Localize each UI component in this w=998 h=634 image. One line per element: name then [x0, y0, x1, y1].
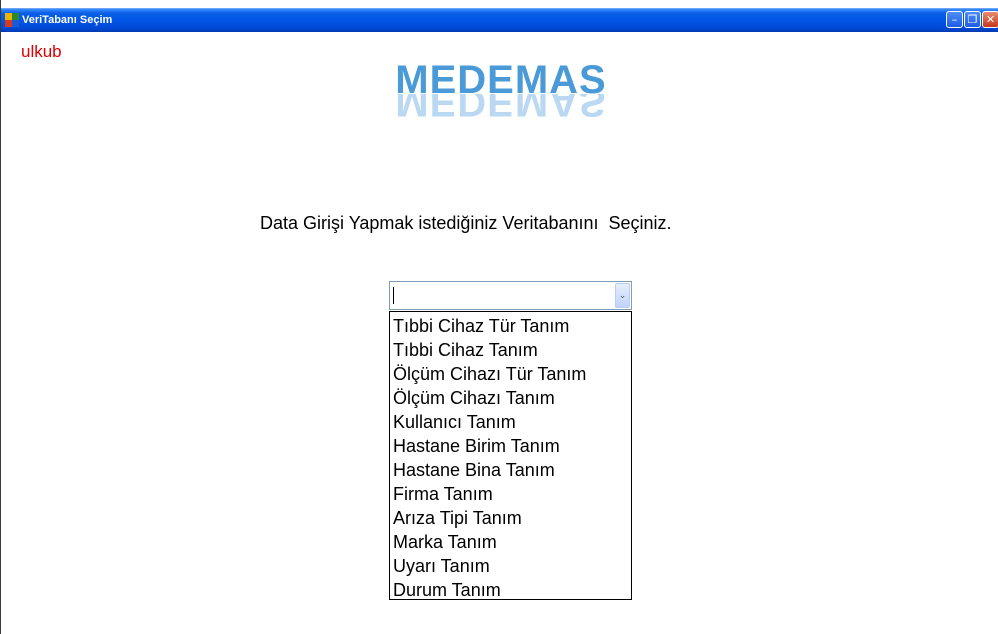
- app-icon: [5, 13, 19, 27]
- logo: MEDEMAS MEDEMAS: [381, 58, 621, 148]
- maximize-button[interactable]: ❐: [964, 11, 981, 28]
- database-select[interactable]: ⌄: [389, 281, 632, 310]
- close-icon: ✕: [985, 13, 996, 26]
- dropdown-item-olcum-cihazi-tanim[interactable]: Ölçüm Cihazı Tanım: [390, 385, 631, 409]
- text-caret: [393, 287, 394, 304]
- restore-icon: ❐: [967, 13, 978, 26]
- dropdown-item-marka-tanim[interactable]: Marka Tanım: [390, 529, 631, 553]
- instruction-text: Data Girişi Yapmak istediğiniz Veritaban…: [260, 213, 672, 233]
- close-button[interactable]: ✕: [982, 11, 998, 28]
- logo-reflection: MEDEMAS: [395, 94, 607, 124]
- app-window: VeriTabanı Seçim – ❐ ✕ ulkub MEDEMAS MED…: [0, 0, 998, 634]
- chevron-down-icon: ⌄: [618, 290, 627, 300]
- minimize-button[interactable]: –: [946, 11, 963, 28]
- top-strip: [1, 0, 998, 8]
- dropdown-item-ariza-tipi-tanim[interactable]: Arıza Tipi Tanım: [390, 505, 631, 529]
- title-bar[interactable]: VeriTabanı Seçim – ❐ ✕: [1, 8, 998, 32]
- dropdown-item-olcum-cihazi-tur-tanim[interactable]: Ölçüm Cihazı Tür Tanım: [390, 361, 631, 385]
- database-dropdown-list: Tıbbi Cihaz Tür Tanım Tıbbi Cihaz Tanım …: [389, 311, 632, 600]
- dropdown-item-uyari-tanim[interactable]: Uyarı Tanım: [390, 553, 631, 577]
- dropdown-item-durum-tanim[interactable]: Durum Tanım: [390, 577, 631, 601]
- dropdown-item-hastane-birim-tanim[interactable]: Hastane Birim Tanım: [390, 433, 631, 457]
- window-title: VeriTabanı Seçim: [22, 14, 113, 26]
- dropdown-item-kullanici-tanim[interactable]: Kullanıcı Tanım: [390, 409, 631, 433]
- user-name-label: ulkub: [21, 42, 62, 61]
- dropdown-item-firma-tanim[interactable]: Firma Tanım: [390, 481, 631, 505]
- dropdown-button[interactable]: ⌄: [615, 283, 630, 308]
- minimize-icon: –: [951, 13, 958, 26]
- dropdown-item-hastane-bina-tanim[interactable]: Hastane Bina Tanım: [390, 457, 631, 481]
- dropdown-item-tibbi-cihaz-tur-tanim[interactable]: Tıbbi Cihaz Tür Tanım: [390, 313, 631, 337]
- dropdown-item-tibbi-cihaz-tanim[interactable]: Tıbbi Cihaz Tanım: [390, 337, 631, 361]
